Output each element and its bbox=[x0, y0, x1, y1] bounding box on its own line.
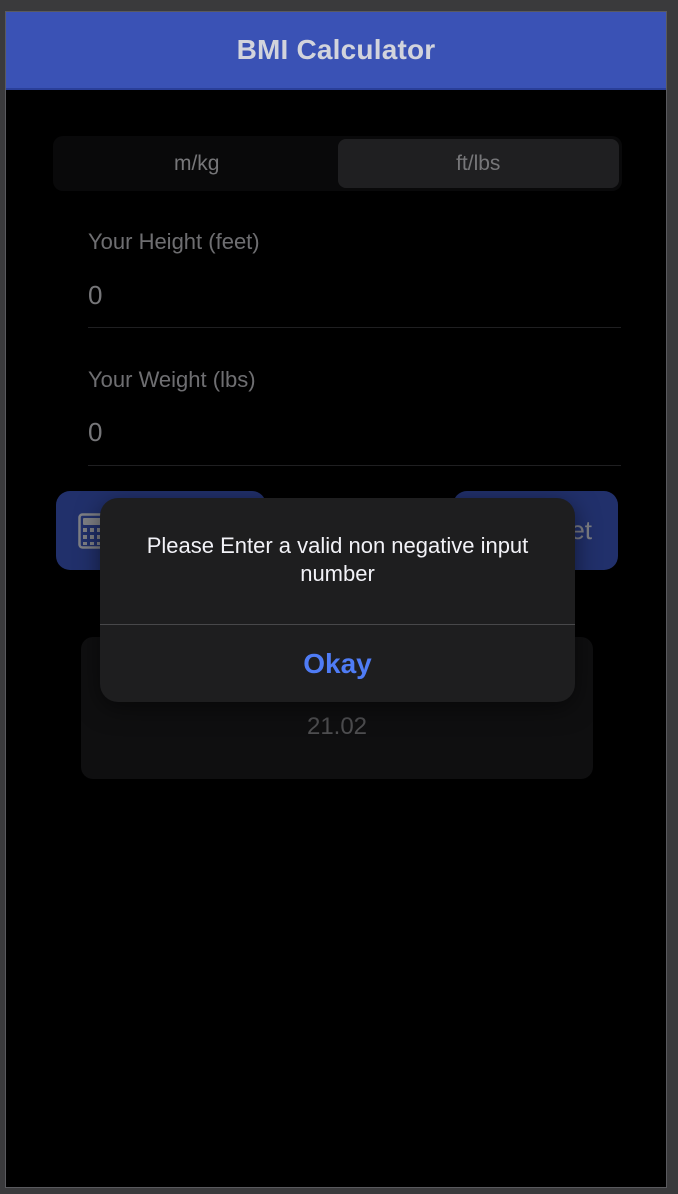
alert-message: Please Enter a valid non negative input … bbox=[146, 533, 529, 586]
error-alert-dialog: Please Enter a valid non negative input … bbox=[100, 498, 575, 702]
app-title: BMI Calculator bbox=[236, 34, 436, 65]
navigation-bar: BMI Calculator bbox=[6, 12, 666, 90]
app-window: BMI Calculator m/kg ft/lbs Your Height (… bbox=[5, 11, 667, 1188]
okay-button[interactable]: Okay bbox=[100, 625, 575, 702]
